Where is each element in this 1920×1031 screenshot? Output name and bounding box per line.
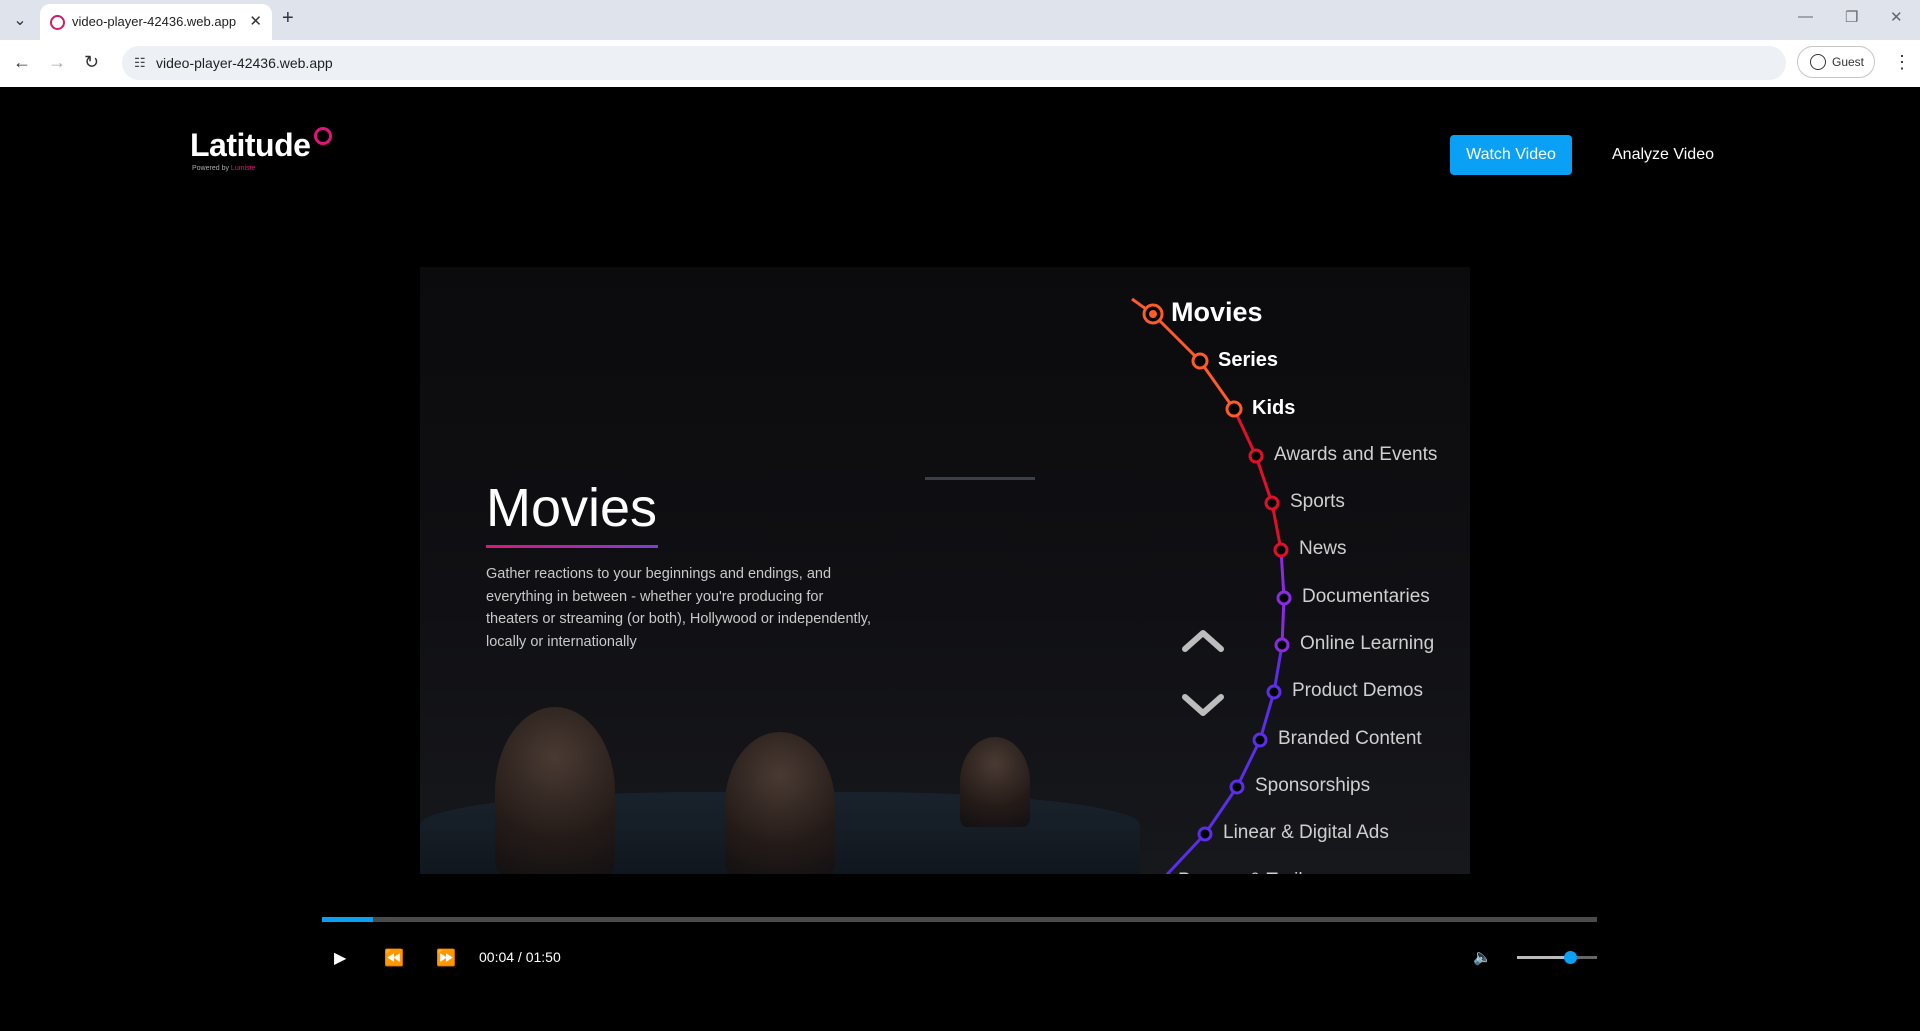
timeline-node[interactable] <box>1273 542 1289 558</box>
site-settings-icon[interactable]: ☷ <box>134 55 146 71</box>
url-text: video-player-42436.web.app <box>156 55 333 71</box>
volume-thumb[interactable] <box>1563 951 1577 964</box>
progress-fill <box>322 917 373 922</box>
analyze-video-link[interactable]: Analyze Video <box>1612 146 1714 164</box>
logo-text: Latitude <box>190 127 311 163</box>
timeline-node[interactable] <box>1276 590 1292 606</box>
timeline-node[interactable] <box>1266 684 1282 700</box>
category-item[interactable]: Sports <box>1290 491 1345 513</box>
category-item[interactable]: News <box>1299 538 1347 560</box>
logo-ring-icon <box>314 127 332 145</box>
rewind-icon[interactable]: ⏪ <box>384 948 404 968</box>
new-tab-plus-icon[interactable]: + <box>282 7 294 30</box>
reload-icon[interactable]: ↻ <box>84 52 99 73</box>
timeline-segment <box>1165 832 1207 874</box>
profile-label: Guest <box>1832 55 1865 69</box>
category-item[interactable]: Online Learning <box>1300 633 1434 655</box>
category-item[interactable]: Awards and Events <box>1274 444 1437 466</box>
timeline-node[interactable] <box>1274 637 1290 653</box>
volume-slider[interactable] <box>1517 951 1597 964</box>
category-item[interactable]: Linear & Digital Ads <box>1223 822 1389 844</box>
timeline-active-dot <box>1149 310 1157 318</box>
address-bar[interactable]: ☷ video-player-42436.web.app <box>122 46 1786 80</box>
tab-search-chevron-icon[interactable]: ⌄ <box>8 8 32 32</box>
timeline-node[interactable] <box>1229 779 1245 795</box>
page: Latitude Powered by Lumiste Watch Video … <box>0 87 1920 1031</box>
category-item[interactable]: Product Demos <box>1292 680 1423 702</box>
video-frame[interactable]: Movies Gather reactions to your beginnin… <box>420 267 1470 874</box>
minimize-icon[interactable]: — <box>1798 8 1813 25</box>
timeline-segment <box>1258 691 1276 741</box>
play-icon[interactable]: ▶ <box>334 948 346 968</box>
close-tab-icon[interactable]: ✕ <box>249 12 262 30</box>
progress-bar[interactable] <box>322 917 1597 922</box>
category-item[interactable]: Promos & Trailers <box>1178 870 1329 874</box>
category-item[interactable]: Documentaries <box>1302 586 1430 608</box>
profile-button[interactable]: Guest <box>1797 46 1875 78</box>
browser-tab-bar: ⌄ video-player-42436.web.app ✕ + — ❐ ✕ <box>0 0 1920 40</box>
timeline-node[interactable] <box>1248 448 1264 464</box>
favicon-icon <box>50 15 65 30</box>
powered-by-prefix: Powered by <box>192 165 229 172</box>
logo-powered-by: Powered by Lumiste <box>192 165 255 172</box>
profile-icon <box>1810 54 1826 70</box>
forward-arrow-icon[interactable]: → <box>48 52 66 73</box>
category-item[interactable]: Kids <box>1252 397 1295 420</box>
browser-toolbar: ← → ↻ ☷ video-player-42436.web.app Guest… <box>0 40 1920 88</box>
browser-menu-icon[interactable]: ⋮ <box>1893 52 1911 73</box>
category-item[interactable]: Branded Content <box>1278 728 1422 750</box>
volume-fill <box>1517 956 1570 959</box>
restore-icon[interactable]: ❐ <box>1845 8 1858 26</box>
timeline-node[interactable] <box>1191 352 1209 370</box>
timeline-node[interactable] <box>1264 495 1280 511</box>
fast-forward-icon[interactable]: ⏩ <box>436 948 456 968</box>
time-display: 00:04 / 01:50 <box>479 949 561 965</box>
latitude-logo[interactable]: Latitude Powered by Lumiste <box>190 127 332 172</box>
timeline-node[interactable] <box>1252 732 1268 748</box>
back-arrow-icon[interactable]: ← <box>13 52 31 73</box>
category-item[interactable]: Sponsorships <box>1255 775 1370 797</box>
tab-title: video-player-42436.web.app <box>72 14 237 29</box>
category-item[interactable]: Series <box>1218 349 1278 372</box>
category-item[interactable]: Movies <box>1171 297 1263 328</box>
timeline-node[interactable] <box>1225 400 1243 418</box>
powered-by-brand: Lumiste <box>230 165 256 172</box>
timeline-node[interactable] <box>1197 826 1213 842</box>
window-close-icon[interactable]: ✕ <box>1890 8 1903 26</box>
volume-icon[interactable]: 🔈 <box>1473 948 1492 966</box>
browser-tab[interactable]: video-player-42436.web.app ✕ <box>40 4 272 40</box>
watch-video-button[interactable]: Watch Video <box>1450 135 1572 175</box>
